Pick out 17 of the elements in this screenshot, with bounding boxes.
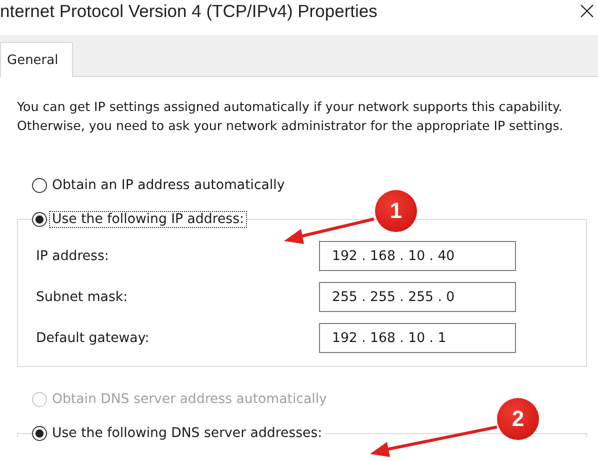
close-icon[interactable] — [580, 4, 594, 18]
radio-button[interactable] — [32, 178, 47, 192]
callout-badge: 1 — [375, 190, 417, 232]
field-label: IP address: — [36, 248, 109, 264]
ip-address-field[interactable]: 192 . 168 . 10 . 1 — [319, 323, 516, 353]
callout-badge: 2 — [497, 398, 539, 440]
description-text: You can get IP settings assigned automatically if your network supports this capability. Otherwise, you need to ask your network administrator for the appropriate IP settings. — [17, 98, 564, 135]
ip-address-field[interactable]: 192 . 168 . 10 . 40 — [319, 241, 516, 271]
radio-button[interactable] — [32, 426, 47, 440]
field-label: Subnet mask: — [36, 290, 128, 304]
window-title: nternet Protocol Version 4 (TCP/IPv4) Properties — [0, 1, 378, 22]
ip-address-field[interactable]: 255 . 255 . 255 . 0 — [319, 282, 516, 312]
radio-label[interactable]: Use the following IP address: — [49, 210, 248, 228]
tab[interactable]: General — [0, 42, 74, 77]
field-label: Default gateway: — [36, 330, 150, 346]
radio-button[interactable] — [32, 212, 47, 226]
radio-label[interactable]: Use the following DNS server addresses: — [49, 424, 326, 442]
